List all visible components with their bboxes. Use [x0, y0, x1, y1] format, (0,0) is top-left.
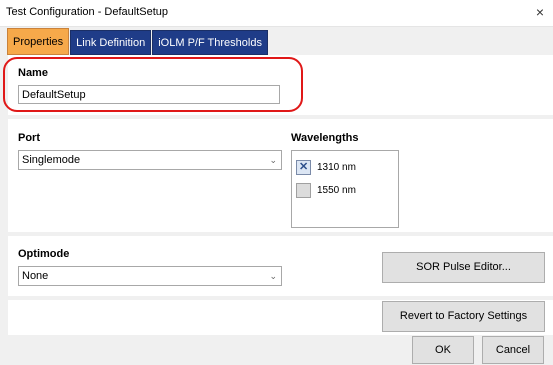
optimode-select-value: None: [22, 270, 49, 282]
title-bar: Test Configuration - DefaultSetup ×: [0, 0, 553, 27]
wavelength-1310-option[interactable]: 1310 nm: [296, 159, 356, 175]
sor-pulse-editor-button[interactable]: SOR Pulse Editor...: [382, 252, 545, 283]
ok-button[interactable]: OK: [412, 336, 474, 364]
checkbox-checked-icon[interactable]: [296, 159, 311, 175]
tab-link-definition[interactable]: Link Definition: [70, 30, 152, 55]
port-label: Port: [18, 132, 40, 144]
wavelength-label: 1310 nm: [317, 161, 356, 173]
wavelengths-list: 1310 nm 1550 nm: [291, 150, 399, 228]
name-section: Name: [8, 55, 553, 115]
name-field[interactable]: [18, 85, 280, 104]
dialog-window: Test Configuration - DefaultSetup × Prop…: [0, 0, 553, 365]
revert-section: Revert to Factory Settings: [8, 300, 553, 335]
wavelength-1550-option[interactable]: 1550 nm: [296, 182, 356, 198]
tab-iolm-pf-thresholds[interactable]: iOLM P/F Thresholds: [152, 30, 268, 55]
checkbox-unchecked-icon[interactable]: [296, 182, 311, 198]
cancel-button[interactable]: Cancel: [482, 336, 544, 364]
port-select[interactable]: Singlemode ⌄: [18, 150, 282, 170]
chevron-down-icon: ⌄: [269, 155, 277, 165]
close-icon[interactable]: ×: [531, 3, 549, 21]
optimode-label: Optimode: [18, 248, 70, 260]
window-title: Test Configuration - DefaultSetup: [6, 6, 169, 18]
tab-properties[interactable]: Properties: [7, 28, 70, 55]
optimode-section: Optimode None ⌄ SOR Pulse Editor...: [8, 236, 553, 296]
wavelengths-label: Wavelengths: [291, 132, 359, 144]
dialog-footer: OK Cancel: [8, 335, 553, 365]
revert-factory-settings-button[interactable]: Revert to Factory Settings: [382, 301, 545, 332]
port-section: Port Singlemode ⌄ Wavelengths 1310 nm 15…: [8, 119, 553, 232]
tab-strip: Properties Link Definition iOLM P/F Thre…: [7, 28, 269, 55]
port-select-value: Singlemode: [22, 154, 81, 166]
wavelength-label: 1550 nm: [317, 184, 356, 196]
properties-panel: Name Port Singlemode ⌄ Wavelengths 1310 …: [8, 55, 553, 335]
optimode-select[interactable]: None ⌄: [18, 266, 282, 286]
chevron-down-icon: ⌄: [269, 271, 277, 281]
name-label: Name: [18, 67, 48, 79]
